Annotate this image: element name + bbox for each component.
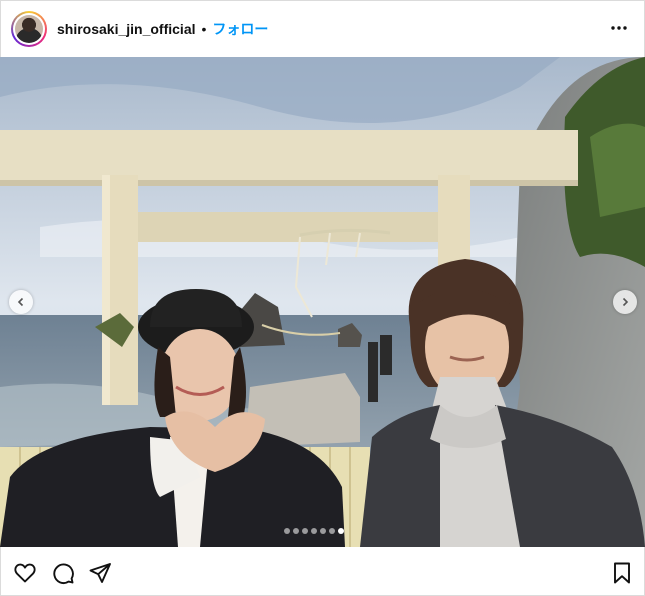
send-icon[interactable] [88,561,112,585]
comment-icon[interactable] [51,561,75,585]
carousel-dots [284,528,344,534]
avatar[interactable] [11,10,47,47]
carousel-dot [293,528,299,534]
bookmark-icon[interactable] [610,561,634,585]
carousel-dot [284,528,290,534]
carousel-dot [329,528,335,534]
carousel-dot [311,528,317,534]
carousel-dot [320,528,326,534]
heart-icon[interactable] [13,561,37,585]
carousel-dot [338,528,344,534]
follow-button[interactable]: フォロー [212,19,268,39]
username[interactable]: shirosaki_jin_official [57,21,196,37]
avatar-image [15,14,43,43]
more-horizontal-icon[interactable] [609,18,629,38]
separator-dot: • [201,20,207,37]
action-bar [0,547,645,596]
chevron-right-icon[interactable] [613,290,637,314]
carousel-dot [302,528,308,534]
post-header: shirosaki_jin_official • フォロー [0,0,645,57]
chevron-left-icon[interactable] [9,290,33,314]
post-photo[interactable] [0,57,645,547]
